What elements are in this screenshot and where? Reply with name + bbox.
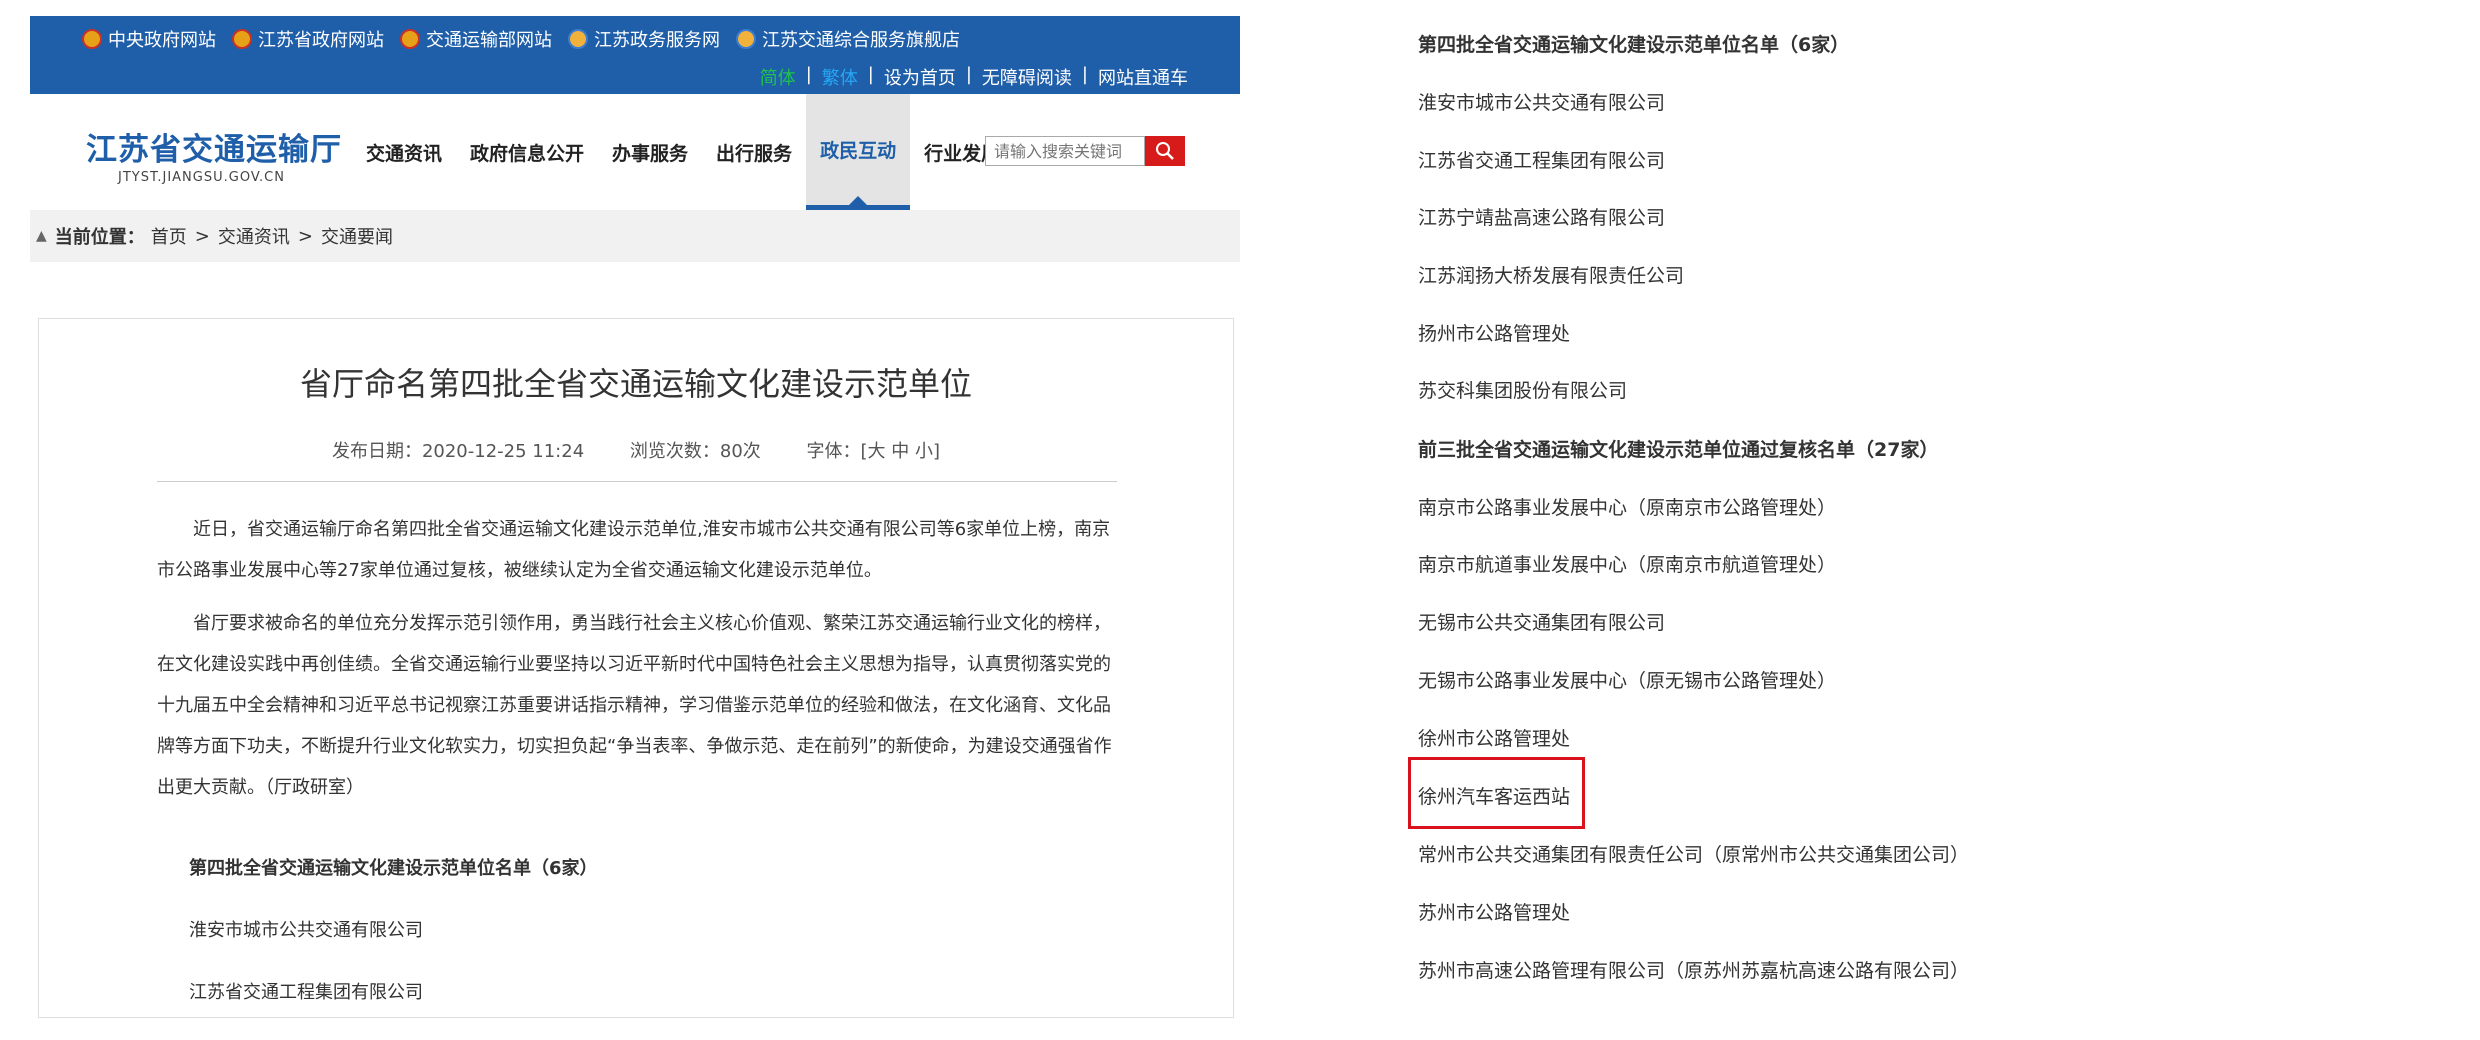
publish-date: 发布日期：2020-12-25 11:24 — [331, 441, 585, 462]
nav-item-interaction[interactable]: 政民互动 — [806, 94, 911, 210]
gov-link-service[interactable]: 江苏政务服务网 — [568, 26, 720, 52]
list-heading: 前三批全省交通运输文化建设示范单位通过复核名单（27家） — [1418, 439, 1939, 461]
top-link-bar: 中央政府网站 江苏省政府网站 交通运输部网站 江苏政务服务网 江苏交通综合服务旗… — [30, 16, 1240, 94]
nav-item-services[interactable]: 办事服务 — [598, 94, 702, 210]
list-item: 苏交科集团股份有限公司 — [1418, 380, 1628, 402]
list-item: 南京市航道事业发展中心（原南京市航道管理处） — [1418, 554, 1837, 576]
list-item: 江苏宁靖盐高速公路有限公司 — [1418, 207, 1666, 229]
article-body: 近日，省交通运输厅命名第四批全省交通运输文化建设示范单位,淮安市城市公共交通有限… — [157, 509, 1117, 820]
search-button[interactable] — [1145, 136, 1185, 166]
list-item: 扬州市公路管理处 — [1418, 323, 1571, 345]
service-logo-icon — [568, 29, 588, 49]
site-logo-title[interactable]: 江苏省交通运输厅 — [86, 124, 342, 169]
set-home-link[interactable]: 设为首页 — [884, 64, 956, 90]
list-item: 苏州市公路管理处 — [1418, 902, 1571, 924]
list-heading: 第四批全省交通运输文化建设示范单位名单（6家） — [189, 858, 598, 879]
list-item: 江苏省交通工程集团有限公司 — [1418, 150, 1666, 172]
list-item: 苏州市高速公路管理有限公司（原苏州苏嘉杭高速公路有限公司） — [1418, 960, 1970, 982]
emblem-icon — [232, 29, 252, 49]
article-panel: 省厅命名第四批全省交通运输文化建设示范单位 发布日期：2020-12-25 11… — [38, 318, 1234, 1018]
list-item: 徐州市公路管理处 — [1418, 728, 1571, 750]
accessibility-link[interactable]: 无障碍阅读 — [982, 64, 1072, 90]
site-header: 江苏省交通运输厅 JTYST.JIANGSU.GOV.CN 交通资讯 政府信息公… — [30, 94, 1240, 210]
nav-item-travel[interactable]: 出行服务 — [702, 94, 806, 210]
breadcrumb-news[interactable]: 交通资讯 — [218, 223, 290, 249]
search-icon — [1156, 142, 1174, 160]
utility-links: 简体 | 繁体 | 设为首页 | 无障碍阅读 | 网站直通车 — [759, 64, 1188, 90]
list-item: 无锡市公路事业发展中心（原无锡市公路管理处） — [1418, 670, 1837, 692]
list-item: 南京市公路事业发展中心（原南京市公路管理处） — [1418, 497, 1837, 519]
article-paragraph: 近日，省交通运输厅命名第四批全省交通运输文化建设示范单位,淮安市城市公共交通有限… — [157, 519, 1111, 581]
view-count: 浏览次数：80次 — [629, 441, 761, 462]
breadcrumb: ▲ 当前位置： 首页 > 交通资讯 > 交通要闻 — [30, 210, 1240, 262]
emblem-icon — [82, 29, 102, 49]
main-nav: 交通资讯 政府信息公开 办事服务 出行服务 政民互动 行业发展 — [352, 94, 1014, 210]
list-item: 淮安市城市公共交通有限公司 — [1418, 92, 1666, 114]
article-unit-list: 第四批全省交通运输文化建设示范单位名单（6家） 淮安市城市公共交通有限公司 江苏… — [189, 854, 598, 1040]
lang-traditional-link[interactable]: 繁体 — [822, 64, 858, 90]
search-box — [985, 136, 1185, 166]
gov-link-store[interactable]: 江苏交通综合服务旗舰店 — [736, 26, 960, 52]
nav-item-gov-info[interactable]: 政府信息公开 — [456, 94, 598, 210]
article-paragraph: 省厅要求被命名的单位充分发挥示范引领作用，勇当践行社会主义核心价值观、繁荣江苏交… — [157, 613, 1112, 798]
store-logo-icon — [736, 29, 756, 49]
article-meta: 发布日期：2020-12-25 11:24 浏览次数：80次 字体：[大 中 小… — [39, 437, 1233, 463]
list-item: 江苏省交通工程集团有限公司 — [189, 982, 423, 1003]
divider — [157, 481, 1117, 482]
list-item: 无锡市公共交通集团有限公司 — [1418, 612, 1666, 634]
site-nav-link[interactable]: 网站直通车 — [1098, 64, 1188, 90]
gov-link-province[interactable]: 江苏省政府网站 — [232, 26, 384, 52]
search-input[interactable] — [985, 136, 1145, 166]
lang-simplified-link[interactable]: 简体 — [760, 64, 796, 90]
gov-link-ministry[interactable]: 交通运输部网站 — [400, 26, 552, 52]
nav-item-news[interactable]: 交通资讯 — [352, 94, 456, 210]
list-item: 淮安市城市公共交通有限公司 — [189, 920, 423, 941]
right-panel-list: 第四批全省交通运输文化建设示范单位名单（6家） 淮安市城市公共交通有限公司 江苏省交… — [1408, 0, 2480, 1000]
gov-link-central[interactable]: 中央政府网站 — [82, 26, 216, 52]
font-size-control[interactable]: 字体：[大 中 小] — [807, 441, 941, 462]
list-item: 江苏润扬大桥发展有限责任公司 — [1418, 265, 1685, 287]
list-item: 常州市公共交通集团有限责任公司（原常州市公共交通集团公司） — [1418, 844, 1970, 866]
gov-links: 中央政府网站 江苏省政府网站 交通运输部网站 江苏政务服务网 江苏交通综合服务旗… — [82, 26, 960, 52]
left-panel-webpage: 中央政府网站 江苏省政府网站 交通运输部网站 江苏政务服务网 江苏交通综合服务旗… — [30, 0, 1240, 1018]
highlight-box — [1408, 757, 1585, 829]
home-icon: ▲ — [36, 228, 47, 244]
list-heading: 第四批全省交通运输文化建设示范单位名单（6家） — [1418, 34, 1850, 56]
site-logo-subtitle: JTYST.JIANGSU.GOV.CN — [118, 170, 285, 185]
breadcrumb-headlines[interactable]: 交通要闻 — [321, 223, 393, 249]
emblem-icon — [400, 29, 420, 49]
breadcrumb-home[interactable]: 首页 — [151, 223, 187, 249]
article-title: 省厅命名第四批全省交通运输文化建设示范单位 — [299, 365, 972, 403]
